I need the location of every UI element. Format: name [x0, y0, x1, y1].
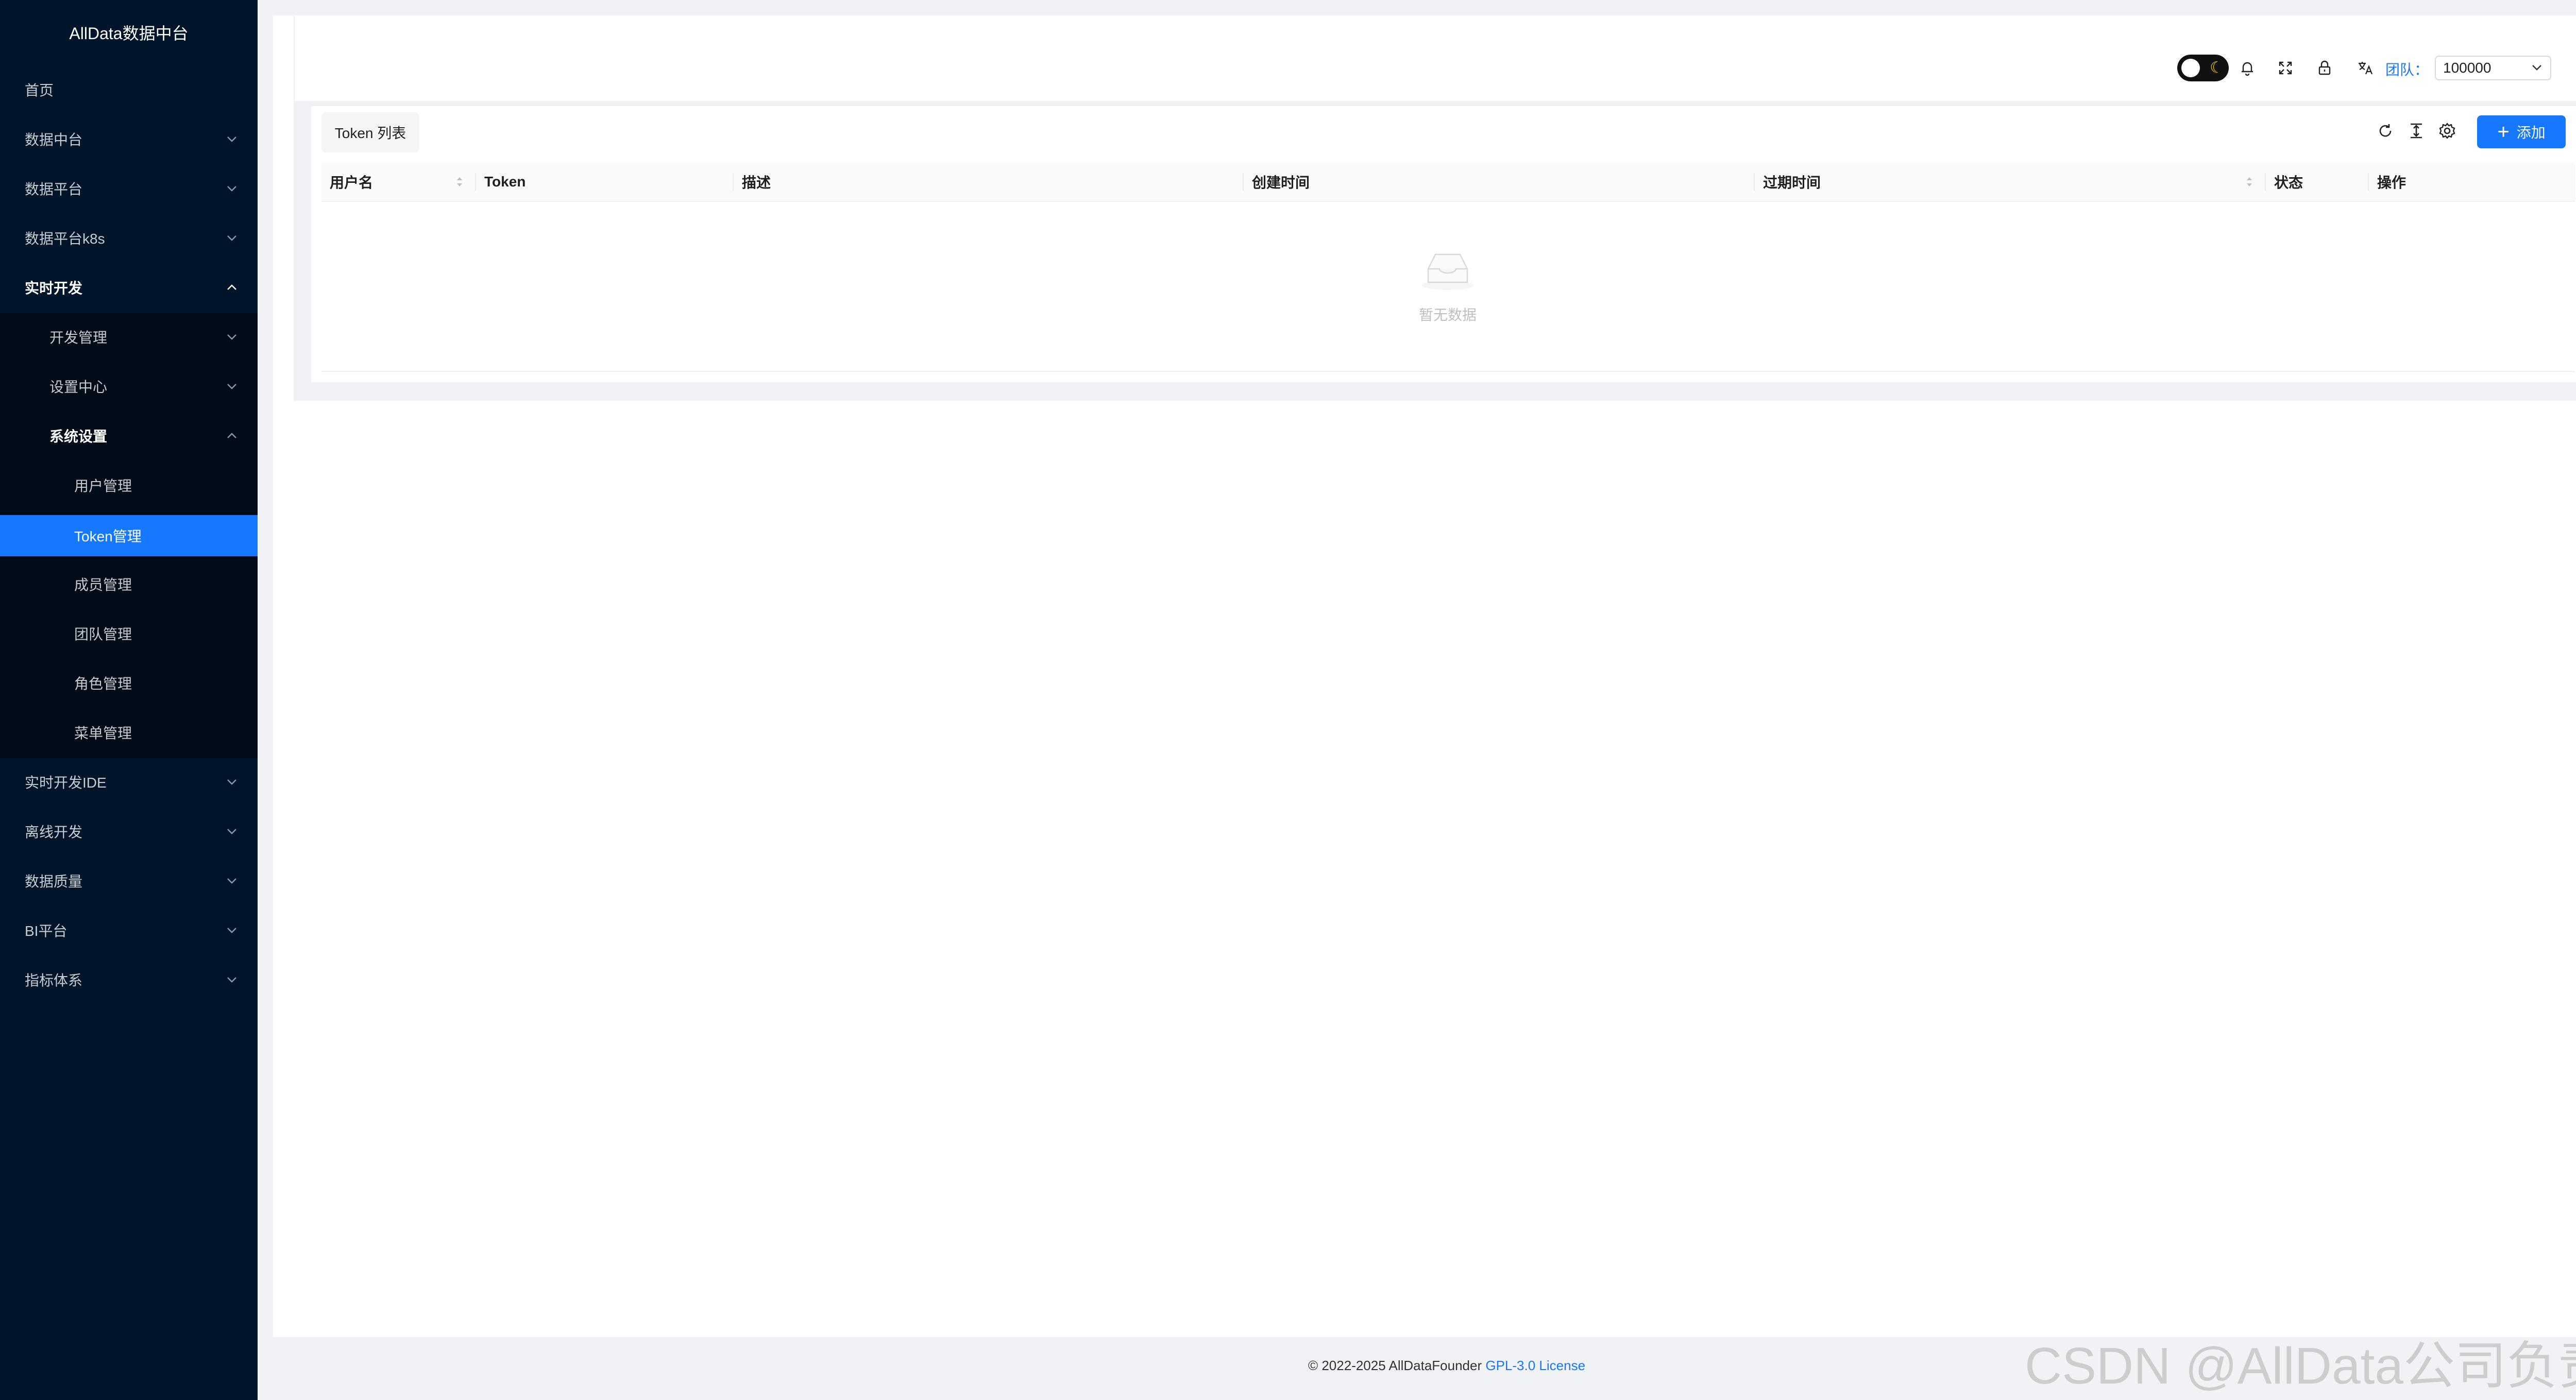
sidebar-item-label: 数据质量: [25, 874, 83, 890]
empty-inbox-icon: [1420, 248, 1476, 294]
sidebar-item-role-management[interactable]: 角色管理: [0, 658, 258, 708]
sidebar-item-system-settings[interactable]: 系统设置: [0, 411, 258, 460]
bell-icon[interactable]: [2236, 57, 2259, 79]
sidebar-item-settings-center[interactable]: 设置中心: [0, 362, 258, 411]
sidebar-item-label: 指标体系: [25, 972, 83, 988]
app-logo-title: AllData数据中台: [69, 24, 189, 43]
sidebar-item-label: 数据中台: [25, 132, 83, 148]
fullscreen-icon[interactable]: [2274, 57, 2297, 79]
refresh-icon[interactable]: [2374, 119, 2397, 142]
column-header-label: 创建时间: [1252, 175, 1310, 191]
sort-icon[interactable]: [2244, 174, 2255, 190]
chevron-down-icon: [222, 228, 242, 248]
column-header-label: 描述: [742, 175, 771, 191]
sidebar-item-label: 首页: [25, 82, 54, 98]
translate-icon[interactable]: [2354, 57, 2377, 79]
team-label: 团队：: [2385, 62, 2429, 78]
chevron-down-icon: [222, 129, 242, 149]
chevron-down-icon: [222, 969, 242, 990]
plus-icon: +: [2497, 121, 2510, 143]
header-bar: [294, 15, 2576, 102]
sidebar-item-menu-management[interactable]: 菜单管理: [0, 708, 258, 757]
token-table-card: [311, 106, 2576, 382]
sidebar-item-label: 成员管理: [74, 577, 132, 593]
table-bottom-border: [321, 371, 2575, 372]
add-button[interactable]: + 添加: [2477, 115, 2566, 148]
column-header-label: 用户名: [330, 175, 374, 191]
sidebar-item-label: BI平台: [25, 923, 67, 939]
empty-text: 暂无数据: [1418, 307, 1477, 323]
column-header-expire-time[interactable]: 过期时间: [1755, 162, 2266, 202]
chevron-up-icon: [222, 425, 242, 446]
sidebar-item-label: 实时开发: [25, 280, 83, 296]
column-header-status: 状态: [2266, 162, 2369, 202]
chevron-down-icon: [222, 920, 242, 941]
team-select[interactable]: 100000: [2435, 56, 2551, 80]
column-header-label: 状态: [2274, 175, 2303, 191]
sidebar-item-label: 团队管理: [74, 626, 132, 642]
column-header-created-time: 创建时间: [1244, 162, 1755, 202]
watermark: CSDN @AllData公司负责人: [2025, 1337, 2576, 1395]
chevron-down-icon: [222, 870, 242, 891]
sidebar-item-label: Token管理: [74, 528, 142, 544]
lock-icon[interactable]: [2313, 57, 2336, 79]
sidebar-item-label: 数据平台k8s: [25, 231, 105, 247]
sidebar-item-label: 开发管理: [49, 330, 108, 346]
sidebar-item-label: 菜单管理: [74, 725, 132, 741]
add-button-label: 添加: [2516, 125, 2546, 141]
column-height-icon[interactable]: [2405, 119, 2428, 142]
chevron-up-icon: [222, 277, 242, 298]
column-header-label: Token: [484, 174, 526, 190]
settings-gear-icon[interactable]: [2436, 119, 2459, 142]
chevron-down-icon: [2531, 61, 2543, 77]
chevron-down-icon: [222, 772, 242, 792]
column-header-description: 描述: [734, 162, 1244, 202]
sidebar-item-realtime-ide[interactable]: 实时开发IDE: [0, 757, 258, 807]
column-header-username[interactable]: 用户名: [321, 162, 476, 202]
sidebar-item-token-management[interactable]: Token管理: [0, 515, 258, 556]
sidebar: AllData数据中台 首页 数据中台 数据平台 数据平台k8s 实时开发 开发…: [0, 0, 258, 1400]
chevron-down-icon: [222, 178, 242, 199]
theme-toggle[interactable]: ☾: [2177, 55, 2229, 81]
sidebar-item-team-management[interactable]: 团队管理: [0, 609, 258, 658]
column-header-token: Token: [476, 162, 734, 202]
sort-icon[interactable]: [454, 174, 465, 190]
column-header-label: 操作: [2377, 175, 2406, 191]
chevron-down-icon: [222, 821, 242, 842]
sidebar-item-user-management[interactable]: 用户管理: [0, 460, 258, 510]
sidebar-item-metrics-system[interactable]: 指标体系: [0, 955, 258, 1004]
sidebar-item-member-management[interactable]: 成员管理: [0, 559, 258, 609]
chevron-down-icon: [222, 327, 242, 347]
sidebar-item-dev-management[interactable]: 开发管理: [0, 312, 258, 362]
sidebar-item-label: 设置中心: [49, 379, 108, 395]
license-link[interactable]: GPL-3.0 License: [1485, 1358, 1585, 1373]
sidebar-item-data-platform-k8s[interactable]: 数据平台k8s: [0, 213, 258, 263]
chevron-down-icon: [222, 376, 242, 397]
sidebar-item-data-quality[interactable]: 数据质量: [0, 856, 258, 906]
sidebar-item-label: 数据平台: [25, 181, 83, 197]
team-select-value: 100000: [2443, 60, 2492, 76]
sidebar-item-label: 用户管理: [74, 478, 132, 494]
sidebar-item-data-platform[interactable]: 数据平台: [0, 164, 258, 213]
column-header-actions: 操作: [2369, 162, 2575, 202]
sidebar-item-offline-dev[interactable]: 离线开发: [0, 807, 258, 856]
sidebar-item-home[interactable]: 首页: [0, 65, 258, 114]
sidebar-item-label: 离线开发: [25, 824, 83, 840]
sidebar-item-data-center[interactable]: 数据中台: [0, 114, 258, 164]
sidebar-item-label: 系统设置: [49, 429, 108, 445]
footer-copyright: © 2022-2025 AllDataFounder: [1308, 1358, 1486, 1373]
sidebar-item-label: 实时开发IDE: [25, 775, 107, 791]
sidebar-item-realtime-dev[interactable]: 实时开发: [0, 263, 258, 312]
sidebar-item-label: 角色管理: [74, 676, 132, 692]
toggle-knob: [2181, 59, 2200, 77]
sidebar-item-bi-platform[interactable]: BI平台: [0, 906, 258, 955]
table-header: 用户名 Token 描述 创建时间 过期时间 状态 操作: [321, 162, 2575, 202]
moon-icon: ☾: [2210, 59, 2224, 76]
tab-token-list[interactable]: Token 列表: [321, 112, 419, 152]
column-header-label: 过期时间: [1763, 175, 1821, 191]
